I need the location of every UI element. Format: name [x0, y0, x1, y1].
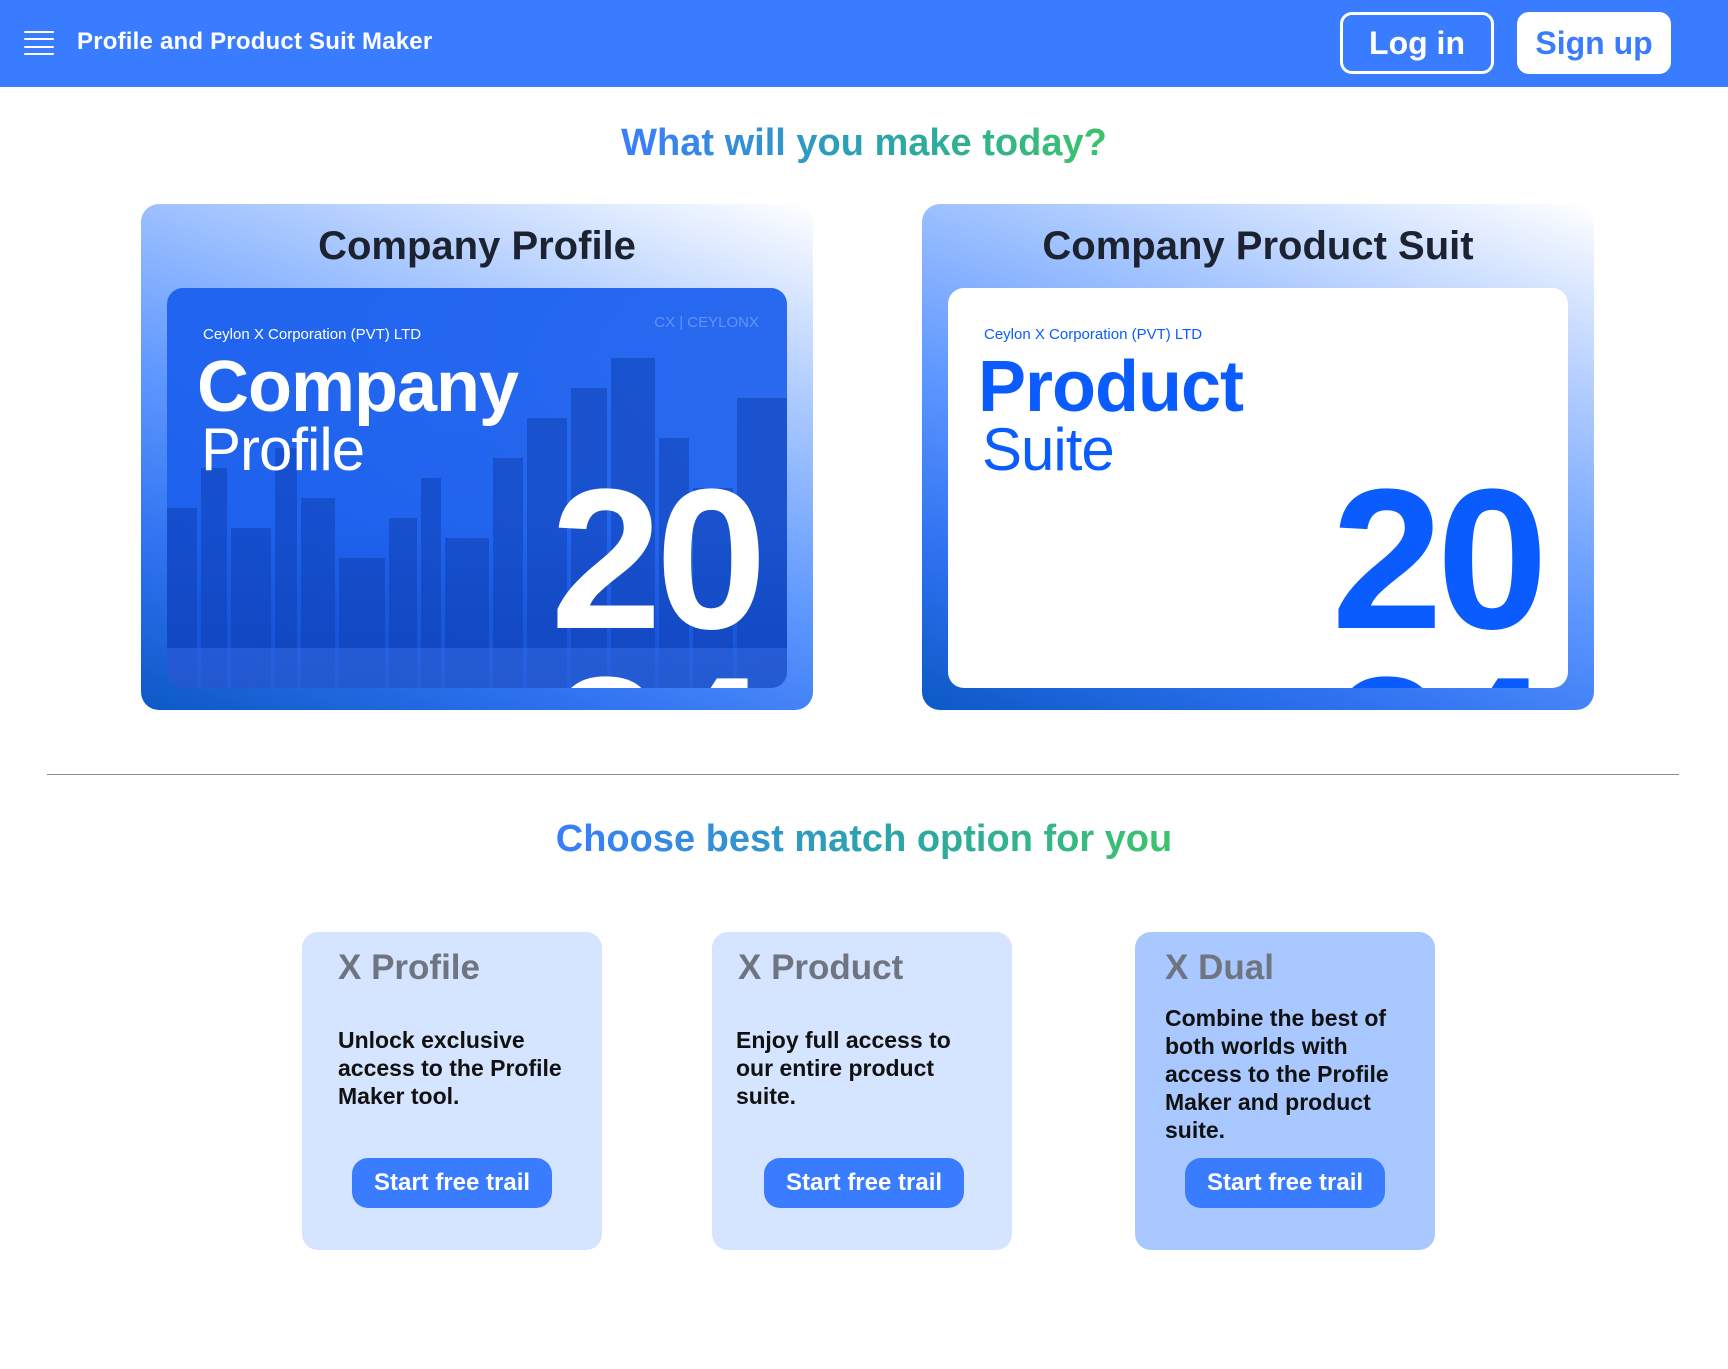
- plan-description: Enjoy full access to our entire product …: [736, 1027, 951, 1109]
- plan-name: X Product: [738, 948, 904, 987]
- start-free-trial-button[interactable]: Start free trail: [764, 1158, 964, 1208]
- plan-description: Unlock exclusive access to the Profile M…: [338, 1027, 562, 1109]
- plan-description: Combine the best of both worlds with acc…: [1165, 1005, 1389, 1143]
- ceylonx-logo: CX | CEYLONX: [654, 314, 759, 331]
- cover-year: 20: [550, 448, 767, 671]
- make-heading: What will you make today?: [621, 122, 1107, 164]
- company-product-suit-card-title: Company Product Suit: [1042, 224, 1474, 268]
- plan-name: X Profile: [338, 948, 480, 987]
- company-profile-cover-image: CX | CEYLONX Ceylon X Corporation (PVT) …: [167, 288, 787, 688]
- signup-button[interactable]: Sign up: [1517, 12, 1671, 74]
- company-product-suit-card[interactable]: Company Product Suit Ceylon X Corporatio…: [922, 204, 1594, 710]
- cover-company-name: Ceylon X Corporation (PVT) LTD: [984, 326, 1203, 343]
- section-divider: [47, 774, 1679, 775]
- cover-year: 20: [1331, 448, 1548, 671]
- cover-year-cut: 24: [1332, 648, 1548, 689]
- company-profile-card-title: Company Profile: [318, 224, 636, 268]
- cover-title-line2: Profile: [201, 416, 365, 483]
- cover-title-line2: Suite: [982, 416, 1115, 483]
- login-button[interactable]: Log in: [1340, 12, 1494, 74]
- start-free-trial-button[interactable]: Start free trail: [352, 1158, 552, 1208]
- plan-card-x-dual: X Dual Combine the best of both worlds w…: [1135, 932, 1435, 1250]
- top-app-bar: Profile and Product Suit Maker Log in Si…: [0, 0, 1728, 87]
- product-suite-cover-image: Ceylon X Corporation (PVT) LTD Product S…: [948, 288, 1568, 688]
- start-free-trial-button[interactable]: Start free trail: [1185, 1158, 1385, 1208]
- menu-icon[interactable]: [24, 31, 54, 55]
- plans-heading: Choose best match option for you: [555, 818, 1173, 860]
- plan-name: X Dual: [1165, 948, 1274, 987]
- plan-card-x-profile: X Profile Unlock exclusive access to the…: [302, 932, 602, 1250]
- app-title: Profile and Product Suit Maker: [77, 28, 433, 55]
- cover-year-cut: 24: [551, 648, 767, 689]
- company-profile-card[interactable]: Company Profile CX | CEYLONX Ceylon X Co…: [141, 204, 813, 710]
- plan-card-x-product: X Product Enjoy full access to our entir…: [712, 932, 1012, 1250]
- cover-company-name: Ceylon X Corporation (PVT) LTD: [203, 326, 422, 343]
